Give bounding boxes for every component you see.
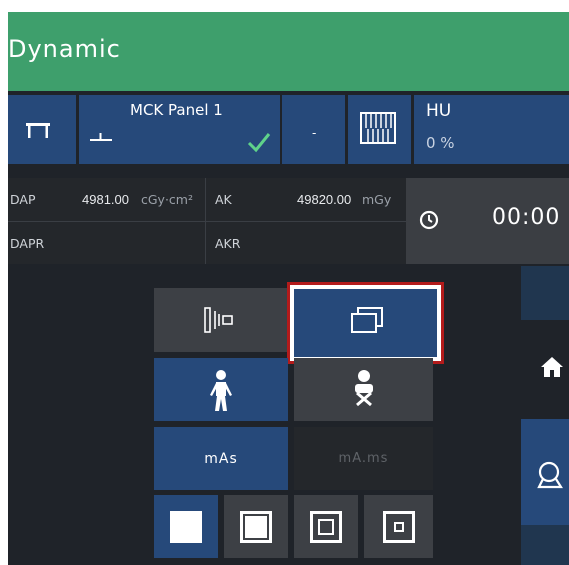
field-small-icon: [382, 510, 415, 543]
detector-name: MCK Panel 1: [130, 101, 223, 119]
secondary-value: -: [312, 126, 317, 140]
field-size-large-button[interactable]: [224, 495, 288, 558]
detector-selector[interactable]: MCK Panel 1: [79, 95, 280, 164]
field-size-small-button[interactable]: [364, 495, 433, 558]
clock-icon: [419, 210, 439, 230]
hu-label: HU: [426, 101, 452, 121]
grid-button[interactable]: [348, 95, 411, 164]
timer-panel: 00:00: [406, 178, 569, 264]
home-icon: [541, 357, 563, 377]
dose-stats: DAP 4981.00 cGy·cm² AK 49820.00 mGy DAPR…: [8, 178, 406, 264]
secondary-selector[interactable]: -: [282, 95, 345, 164]
table-button[interactable]: [8, 95, 76, 164]
ak-label: AK: [215, 192, 232, 207]
field-large-icon: [240, 510, 272, 543]
timer-value: 00:00: [492, 205, 561, 230]
home-button[interactable]: [521, 320, 569, 419]
tube-button[interactable]: [521, 419, 569, 525]
field-size-medium-button[interactable]: [294, 495, 358, 558]
title-bar: Dynamic: [8, 12, 569, 91]
dapr-label: DAPR: [10, 236, 45, 251]
field-size-largest-button[interactable]: [154, 495, 218, 558]
detector-icon: [90, 133, 112, 141]
hu-panel: HU 0 %: [414, 95, 569, 164]
dap-value: 4981.00: [82, 192, 129, 207]
stacked-frames-icon: [350, 307, 383, 333]
dap-label: DAP: [10, 192, 36, 207]
table-icon: [26, 123, 50, 138]
mas-button[interactable]: mAs: [154, 427, 288, 490]
mas-label: mAs: [204, 450, 238, 467]
page-title: Dynamic: [8, 35, 121, 63]
ak-value: 49820.00: [297, 192, 352, 207]
app-window: Dynamic MCK Panel 1 - HU 0 % DAP 4981.00…: [8, 12, 569, 565]
check-icon: [247, 133, 271, 153]
pediatric-icon: [354, 369, 373, 406]
akr-label: AKR: [215, 236, 241, 251]
pediatric-patient-button[interactable]: [294, 358, 433, 421]
stats-divider-v: [205, 178, 206, 264]
collimator-icon: [204, 307, 233, 333]
ak-unit: mGy: [362, 192, 392, 207]
stats-divider-h: [8, 221, 406, 222]
adult-icon: [210, 369, 232, 411]
hu-value: 0 %: [426, 134, 455, 152]
dap-unit: cGy·cm²: [141, 192, 193, 207]
adult-patient-button[interactable]: [154, 358, 288, 421]
grid-icon: [360, 112, 396, 144]
field-largest-icon: [170, 510, 202, 543]
mams-label: mA.ms: [338, 451, 389, 466]
field-medium-icon: [310, 510, 342, 543]
collimator-button[interactable]: [154, 288, 288, 352]
mams-button[interactable]: mA.ms: [294, 427, 433, 490]
multi-frame-button[interactable]: [294, 289, 437, 357]
device-row: MCK Panel 1 - HU 0 %: [8, 95, 569, 176]
tube-icon: [537, 461, 563, 489]
